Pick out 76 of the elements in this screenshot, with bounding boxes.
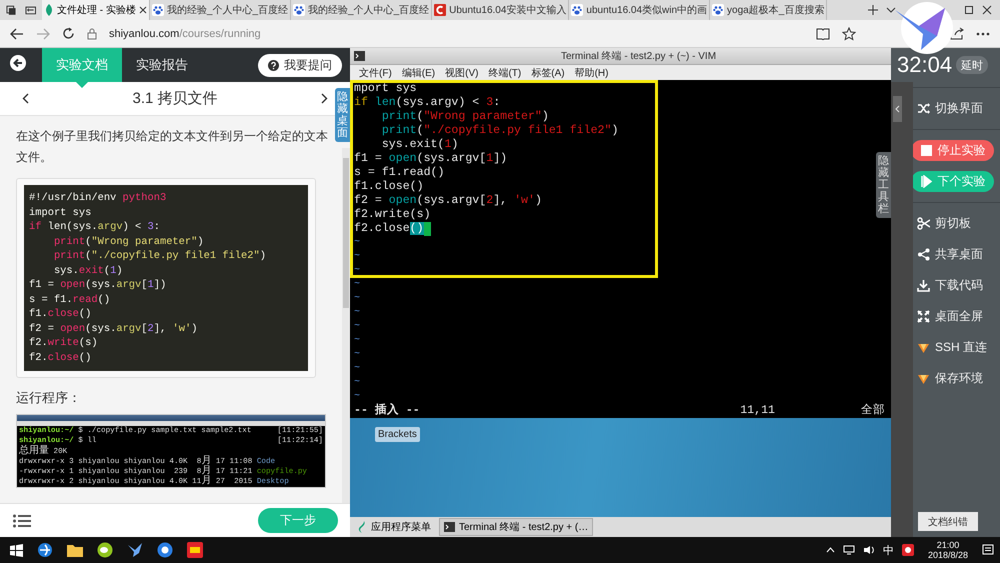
cursor-position: 11,11 (740, 404, 775, 418)
code-line: f1 = open(sys.argv[1]) (354, 152, 508, 166)
code-line: f2.close() (354, 222, 424, 236)
empty-line-marker: ~ (353, 306, 362, 320)
feedback-button[interactable]: 文档纠错 (918, 512, 978, 531)
menu-item[interactable]: 标签(A) (531, 66, 565, 80)
code-line: print("./copyfile.py file1 file2") (380, 124, 618, 138)
code-line: f2 = open(sys.argv[2], 'w') (354, 194, 542, 208)
empty-line-marker: ~ (353, 362, 362, 376)
section-title: 3.1 拷贝文件 (132, 89, 218, 108)
sidebar-link[interactable]: SSH 直连 (913, 332, 1000, 363)
browser-tab[interactable]: 文件处理 - 实验楼 (42, 0, 150, 20)
code-line: f2.write(s) (354, 208, 431, 222)
empty-line-marker: ~ (353, 292, 362, 306)
code-line: s = f1.read() (354, 166, 444, 180)
paragraph: 在这个例子里我们拷贝给定的文本文件到另一个给定的文本文件。 (16, 128, 329, 166)
hide-desktop-tab[interactable]: 隐藏桌面 (335, 88, 350, 142)
menu-item[interactable]: 编辑(E) (402, 66, 436, 80)
code-line: s = f1.read() (29, 292, 112, 307)
code-line: if len(sys.argv) < 3: (354, 96, 500, 110)
empty-line-marker: ~ (353, 390, 362, 404)
sidebar-link[interactable]: 保存环境 (913, 363, 1000, 394)
code-line: sys.exit(1) (380, 138, 458, 152)
code-line: f2.write(s) (29, 336, 99, 350)
code-line: mport sys (354, 82, 417, 96)
empty-line-marker: ~ (353, 376, 362, 390)
browser-tab[interactable]: Ubuntu16.04安装中文输入 (432, 0, 570, 20)
code-line: f2 = open(sys.argv[2], 'w') (29, 322, 198, 336)
code-line: f2.close() (29, 350, 92, 365)
countdown-timer: 32:04 (897, 52, 952, 78)
empty-line-marker: ~ (353, 320, 362, 334)
delay-button[interactable]: 延时 (956, 56, 988, 74)
code-line: import sys (29, 206, 92, 220)
scroll-indicator: 全部 (861, 404, 885, 418)
sidebar-link[interactable]: 桌面全屏 (913, 301, 1000, 332)
code-line: f1.close() (354, 180, 424, 194)
hide-toolbar-tab[interactable]: 隐藏工具栏 (876, 152, 891, 218)
empty-line-marker: ~ (353, 236, 362, 250)
url-text[interactable]: shiyanlou.com/courses/running (109, 28, 261, 40)
section-label: 运行程序： (16, 389, 82, 407)
lab-tab[interactable]: 实验报告 (122, 48, 202, 88)
clock-date: 2018/8/28 (928, 550, 968, 560)
code-line: f1.close() (29, 307, 92, 322)
sidebar-link[interactable]: 共享桌面 (913, 239, 1000, 270)
empty-line-marker: ~ (353, 334, 362, 348)
desktop-icon-label[interactable]: Brackets (375, 427, 420, 442)
menu-item[interactable]: 终端(T) (488, 66, 522, 80)
empty-line-marker: ~ (353, 264, 362, 278)
clock-time: 21:00 (936, 540, 960, 550)
code-line: print("Wrong parameter") (380, 110, 549, 124)
mode-indicator: -- 插入 -- (354, 404, 421, 418)
browser-tab[interactable]: ubuntu16.04类似win中的画 (569, 0, 710, 20)
menu-item[interactable]: 帮助(H) (574, 66, 608, 80)
sidebar-link[interactable]: 剪切板 (913, 208, 1000, 239)
empty-line-marker: ~ (353, 250, 362, 264)
menu-item[interactable]: 视图(V) (445, 66, 478, 80)
empty-line-marker: ~ (353, 278, 362, 292)
taskbar-window-button[interactable]: Terminal 终端 - test2.py + (… (439, 518, 594, 536)
empty-line-marker: ~ (353, 348, 362, 362)
browser-tab[interactable]: 我的经验_个人中心_百度经 (291, 0, 432, 20)
code-line: print("Wrong parameter") (52, 234, 205, 249)
sidebar-link[interactable]: 切换界面 (913, 93, 1000, 124)
code-line: print("./copyfile.py file1 file2") (52, 249, 267, 264)
sidebar-link[interactable]: 下载代码 (913, 270, 1000, 301)
code-line: #!/usr/bin/env python3 (29, 191, 168, 206)
code-line: sys.exit(1) (52, 264, 124, 278)
app-menu-button[interactable]: 应用程序菜单 (354, 518, 435, 536)
window-title: Terminal 终端 - test2.py + (~) - VIM (561, 50, 716, 63)
input-method-indicator[interactable]: 中 (882, 542, 894, 558)
clock[interactable]: 21:00 2018/8/28 (928, 540, 968, 560)
code-line: f1 = open(sys.argv[1]) (29, 278, 168, 292)
menu-item[interactable]: 文件(F) (359, 66, 392, 80)
ask-button[interactable]: 我要提问 (258, 54, 342, 76)
browser-tab[interactable]: yoga超极本_百度搜索 (710, 0, 828, 20)
browser-tab[interactable]: 我的经验_个人中心_百度经 (150, 0, 292, 20)
code-line: if len(sys.argv) < 3: (29, 220, 162, 234)
